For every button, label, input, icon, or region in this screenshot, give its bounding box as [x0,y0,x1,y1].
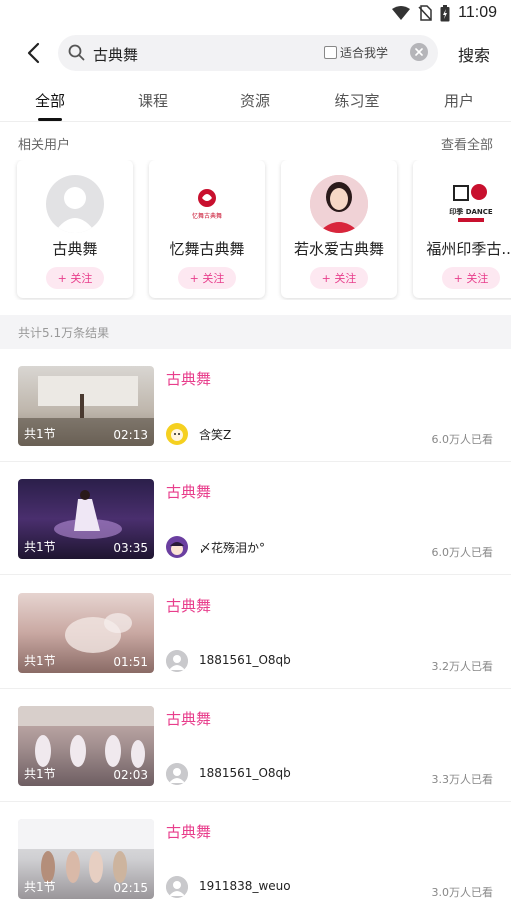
list-item[interactable]: 共1节 02:13 古典舞 含笑Z 6.0万人已看 [0,349,511,462]
video-duration: 03:35 [113,541,148,555]
user-card[interactable]: 古典舞 + 关注 [17,160,133,298]
view-count: 6.0万人已看 [431,546,494,559]
back-button[interactable] [20,40,46,66]
default-avatar-icon [166,876,188,898]
follow-button[interactable]: + 关注 [46,267,104,289]
video-thumbnail[interactable]: 共1节 02:03 [18,706,154,786]
search-bar: 古典舞 适合我学 搜索 [0,30,511,76]
default-avatar-icon [54,187,96,233]
no-sim-icon [418,5,432,21]
user-card[interactable]: 若水爱古典舞 + 关注 [281,160,397,298]
user-name: 古典舞 [52,240,98,258]
list-item[interactable]: 共1节 01:51 古典舞 1881561_O8qb 3.2万人已看 [0,576,511,689]
tab-all[interactable]: 全部 [10,90,90,111]
wifi-icon [392,6,411,20]
default-avatar-icon [166,650,188,672]
author-name: 1881561_O8qb [199,766,291,780]
video-duration: 02:13 [113,428,148,442]
see-all-link[interactable]: 查看全部 [441,134,493,153]
avatar: 忆舞古典舞 [178,175,236,233]
status-bar: 11:09 [0,0,511,28]
search-button[interactable]: 搜索 [458,42,490,66]
author-name: 含笑Z [199,428,232,442]
related-users-title: 相关用户 [18,138,71,153]
default-avatar-icon [166,763,188,785]
result-count: 共计5.1万条结果 [18,326,110,340]
user-name: 忆舞古典舞 [169,240,245,258]
yinji-dance-logo-icon: 印季 DANCE [449,184,493,222]
avatar: 印季 DANCE [442,175,500,233]
view-count: 3.0万人已看 [431,886,494,899]
author-name: 1911838_weuo [199,879,291,893]
tab-bar: 全部 课程 资源 练习室 用户 [0,82,511,122]
search-box[interactable]: 古典舞 适合我学 [58,35,438,71]
checkbox-box[interactable] [324,46,337,59]
battery-icon [440,4,450,21]
author-avatar [166,650,188,672]
tab-users[interactable]: 用户 [419,90,499,111]
author-avatar [166,536,188,558]
video-duration: 02:15 [113,881,148,895]
video-thumbnail[interactable]: 共1节 02:13 [18,366,154,446]
related-users-header: 相关用户 查看全部 [0,132,511,154]
result-title[interactable]: 古典舞 [166,708,211,729]
video-thumbnail[interactable]: 共1节 02:15 [18,819,154,899]
result-title[interactable]: 古典舞 [166,595,211,616]
avatar [310,175,368,233]
user-name: 福州印季古... [426,240,511,258]
avatar [46,175,104,233]
back-arrow-icon [27,42,40,64]
fit-me-label: 适合我学 [340,46,389,60]
clear-search-button[interactable] [410,43,428,61]
video-thumbnail[interactable]: 共1节 03:35 [18,479,154,559]
close-icon [415,48,423,56]
logo-text: 印季 DANCE [449,207,493,216]
view-count: 3.2万人已看 [431,660,494,673]
lesson-count: 共1节 [24,880,56,894]
search-input[interactable]: 古典舞 [93,44,138,65]
cartoon-avatar-icon [167,424,187,444]
search-icon [68,44,85,61]
author-name: 1881561_O8qb [199,653,291,667]
result-count-bar: 共计5.1万条结果 [0,315,511,349]
active-tab-indicator [38,118,62,121]
author-avatar [166,423,188,445]
tab-practice-room[interactable]: 练习室 [317,90,397,111]
author-avatar [166,876,188,898]
view-count: 6.0万人已看 [431,433,494,446]
lesson-count: 共1节 [24,654,56,668]
user-card[interactable]: 忆舞古典舞 忆舞古典舞 + 关注 [149,160,265,298]
status-icons: 11:09 [392,4,497,22]
result-title[interactable]: 古典舞 [166,481,211,502]
user-name: 若水爱古典舞 [293,240,384,258]
related-users-list: 古典舞 + 关注 忆舞古典舞 忆舞古典舞 + 关注 若水爱古典舞 + 关注 印季… [0,160,511,300]
result-title[interactable]: 古典舞 [166,368,211,389]
tab-resources[interactable]: 资源 [215,90,295,111]
user-photo [310,175,368,233]
author-name: 〆花殇泪か° [199,541,266,555]
list-item[interactable]: 共1节 02:15 古典舞 1911838_weuo 3.0万人已看 [0,802,511,908]
video-duration: 02:03 [113,768,148,782]
follow-button[interactable]: + 关注 [442,267,500,289]
lesson-count: 共1节 [24,540,56,554]
view-count: 3.3万人已看 [431,773,494,786]
follow-button[interactable]: + 关注 [310,267,368,289]
status-time: 11:09 [458,4,497,21]
list-item[interactable]: 共1节 02:03 古典舞 1881561_O8qb 3.3万人已看 [0,689,511,802]
follow-button[interactable]: + 关注 [178,267,236,289]
author-avatar [166,763,188,785]
cartoon-avatar-icon [167,537,187,557]
result-title[interactable]: 古典舞 [166,821,211,842]
fit-me-checkbox[interactable]: 适合我学 [324,44,388,61]
lesson-count: 共1节 [24,427,56,441]
user-card[interactable]: 印季 DANCE 福州印季古... + 关注 [413,160,511,298]
list-item[interactable]: 共1节 03:35 古典舞 〆花殇泪か° 6.0万人已看 [0,462,511,575]
video-duration: 01:51 [113,655,148,669]
video-thumbnail[interactable]: 共1节 01:51 [18,593,154,673]
yiwu-logo-icon: 忆舞古典舞 [192,189,222,220]
tab-courses[interactable]: 课程 [113,90,193,111]
logo-text: 忆舞古典舞 [192,212,222,220]
lesson-count: 共1节 [24,767,56,781]
